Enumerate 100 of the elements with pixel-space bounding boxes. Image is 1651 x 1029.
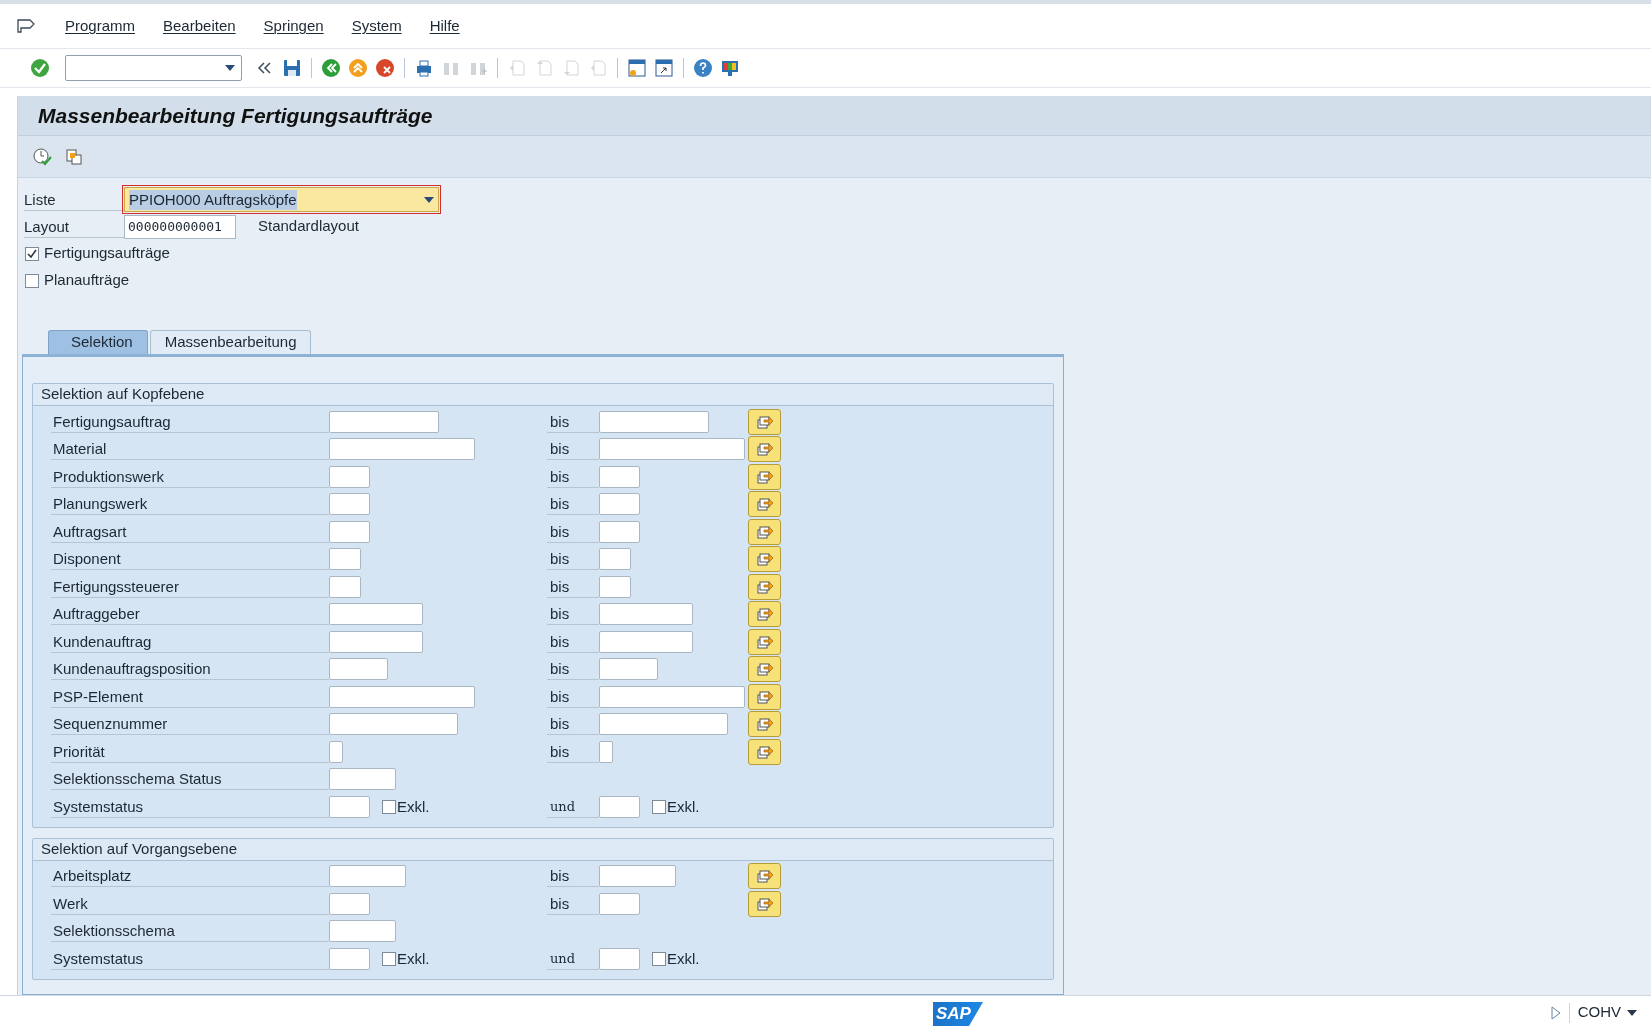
to-field[interactable]	[599, 713, 728, 736]
to-field[interactable]	[599, 658, 658, 681]
exclude-checkbox[interactable]	[652, 799, 666, 814]
to-label: bis	[549, 521, 570, 542]
to-label: bis	[549, 466, 570, 487]
from-field[interactable]	[329, 685, 475, 708]
layout-field[interactable]: 000000000001	[124, 214, 236, 239]
from-field[interactable]	[329, 713, 458, 736]
tab[interactable]: Selektion	[48, 330, 148, 354]
to-field[interactable]	[599, 438, 745, 461]
checkbox-label: Planaufträge	[44, 270, 130, 291]
to-label: bis	[549, 549, 570, 570]
to-label: bis	[549, 659, 570, 680]
shortcut-icon[interactable]	[652, 56, 676, 80]
multiple-selection-button[interactable]	[748, 573, 781, 600]
to-field[interactable]	[599, 520, 640, 543]
to-field[interactable]	[599, 630, 693, 653]
group-title: Selektion auf Vorgangsebene	[41, 838, 237, 859]
to-label: bis	[549, 686, 570, 707]
multiple-selection-button[interactable]	[748, 436, 781, 463]
checkbox[interactable]	[25, 246, 39, 261]
arrow-list-icon	[755, 468, 774, 485]
checkbox[interactable]	[25, 273, 39, 288]
multiple-selection-button[interactable]	[748, 408, 781, 435]
from-field[interactable]	[329, 493, 370, 516]
menu-icon[interactable]	[17, 18, 37, 34]
command-field[interactable]	[65, 55, 242, 81]
exclude-checkbox[interactable]	[652, 951, 666, 966]
menu-item[interactable]: Springen	[263, 14, 324, 38]
arrow-list-icon	[755, 895, 774, 912]
to-field[interactable]	[599, 493, 640, 516]
menu-item[interactable]: Bearbeiten	[163, 14, 236, 38]
from-field[interactable]	[329, 548, 361, 571]
exclude-checkbox[interactable]	[382, 951, 396, 966]
from-field[interactable]	[329, 465, 370, 488]
back-icon[interactable]	[319, 56, 343, 80]
arrow-list-icon	[755, 523, 774, 540]
to-label: bis	[549, 604, 570, 625]
from-field[interactable]	[329, 575, 361, 598]
field-label: Sequenznummer	[52, 714, 168, 735]
from-field[interactable]	[329, 603, 423, 626]
multiple-selection-button[interactable]	[748, 628, 781, 655]
multiple-selection-button[interactable]	[748, 683, 781, 710]
from-field[interactable]	[329, 740, 343, 763]
multiple-selection-button[interactable]	[748, 656, 781, 683]
multiple-selection-button[interactable]	[748, 601, 781, 628]
new-window-icon[interactable]	[625, 56, 649, 80]
multiple-selection-button[interactable]	[748, 546, 781, 573]
from-field[interactable]	[329, 892, 370, 915]
from-field[interactable]	[329, 630, 423, 653]
to-field[interactable]	[599, 575, 631, 598]
input-field[interactable]	[329, 768, 396, 791]
input-field[interactable]	[329, 920, 396, 943]
arrow-list-icon	[755, 578, 774, 595]
from-field[interactable]	[329, 438, 475, 461]
to-label: bis	[549, 893, 570, 914]
help-icon[interactable]	[691, 56, 715, 80]
field-label: Fertigungsauftrag	[52, 411, 171, 432]
to-field[interactable]	[599, 410, 709, 433]
input-field[interactable]	[599, 947, 640, 970]
menu-item[interactable]: Programm	[65, 14, 135, 38]
from-field[interactable]	[329, 520, 370, 543]
exit-icon[interactable]	[346, 56, 370, 80]
menu-item[interactable]: System	[351, 14, 402, 38]
menu-item[interactable]: Hilfe	[429, 14, 460, 38]
enter-icon[interactable]	[28, 56, 52, 80]
multiple-selection-button[interactable]	[748, 738, 781, 765]
multiple-selection-button[interactable]	[748, 890, 781, 917]
field-label: Kundenauftrag	[52, 631, 152, 652]
layout-description: Standardlayout	[258, 216, 359, 237]
to-field[interactable]	[599, 740, 613, 763]
cancel-icon[interactable]	[373, 56, 397, 80]
from-field[interactable]	[329, 658, 388, 681]
to-field[interactable]	[599, 603, 693, 626]
to-field[interactable]	[599, 892, 640, 915]
multiple-selection-button[interactable]	[748, 711, 781, 738]
multiple-selection-button[interactable]	[748, 463, 781, 490]
input-field[interactable]	[599, 795, 640, 818]
to-field[interactable]	[599, 465, 640, 488]
from-field[interactable]	[329, 410, 439, 433]
field-label: Liste	[24, 189, 56, 210]
multiple-selection-button[interactable]	[748, 518, 781, 545]
to-field[interactable]	[599, 548, 631, 571]
tab[interactable]: Massenbearbeitung	[149, 330, 312, 354]
exclude-checkbox[interactable]	[382, 799, 396, 814]
list-dropdown[interactable]: PPIOH000 Auftragsköpfe	[124, 187, 439, 212]
multiple-selection-button[interactable]	[748, 863, 781, 890]
to-field[interactable]	[599, 865, 676, 888]
to-label: bis	[549, 576, 570, 597]
arrow-list-icon	[755, 633, 774, 650]
from-field[interactable]	[329, 865, 406, 888]
field-label: Priorität	[52, 741, 105, 762]
input-field[interactable]	[329, 795, 370, 818]
play-icon[interactable]	[1550, 1005, 1561, 1020]
input-field[interactable]	[329, 947, 370, 970]
to-field[interactable]	[599, 685, 745, 708]
multiple-selection-button[interactable]	[748, 491, 781, 518]
to-label: bis	[549, 714, 570, 735]
field-label: Auftraggeber	[52, 604, 140, 625]
transaction-dropdown[interactable]: COHV	[1577, 1001, 1637, 1024]
